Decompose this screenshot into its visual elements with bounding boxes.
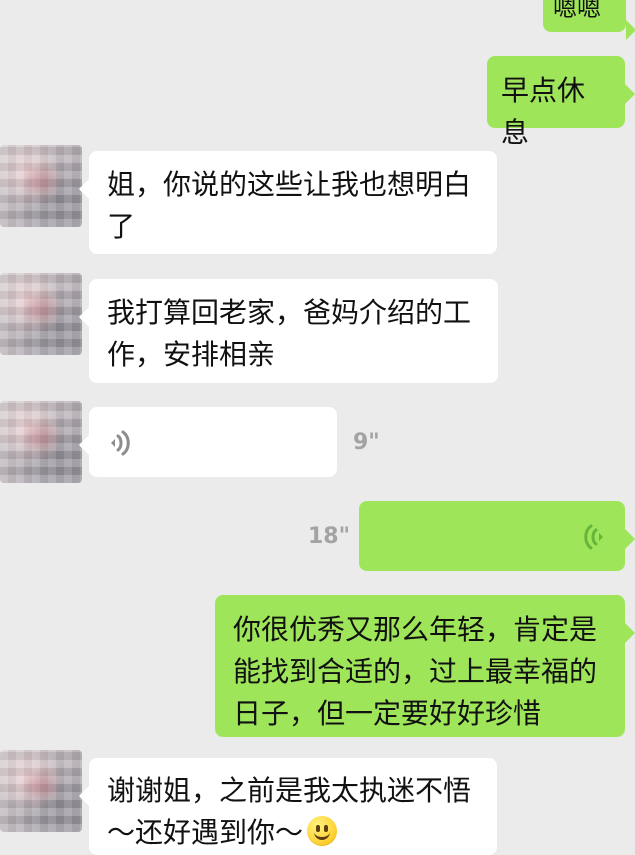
message-text: 我打算回老家，爸妈介绍的工 作，安排相亲 (107, 296, 472, 371)
voice-duration: 18" (308, 524, 351, 549)
voice-message-bubble[interactable] (359, 501, 635, 571)
avatar[interactable] (0, 145, 82, 227)
message-text: 你很优秀又那么年轻，肯定是 能找到合适的，过上最幸福的 日子，但一定要好好珍惜 (233, 613, 598, 730)
chat-history: 嗯嗯 早点休息 姐，你说的这些让我也想明白 了 我打算回老家，爸妈介绍的工 作，… (0, 0, 635, 855)
voice-wave-icon (579, 520, 607, 554)
avatar[interactable] (0, 750, 82, 832)
smile-emoji-icon (307, 816, 338, 846)
message-text: 谢谢姐，之前是我太执迷不悟 ～还好遇到你～ (107, 774, 472, 849)
avatar[interactable] (0, 273, 82, 355)
voice-duration: 9" (353, 430, 380, 455)
voice-wave-icon (107, 426, 135, 460)
message-bubble[interactable]: 谢谢姐，之前是我太执迷不悟 ～还好遇到你～ (79, 758, 497, 855)
voice-message-bubble[interactable] (79, 407, 337, 477)
message-bubble[interactable]: 嗯嗯 (543, 0, 635, 40)
message-bubble[interactable]: 早点休息 (487, 56, 635, 149)
message-bubble[interactable]: 姐，你说的这些让我也想明白 了 (79, 151, 497, 254)
message-text: 姐，你说的这些让我也想明白 了 (107, 168, 472, 243)
message-text: 早点休息 (501, 74, 586, 149)
message-bubble[interactable]: 你很优秀又那么年轻，肯定是 能找到合适的，过上最幸福的 日子，但一定要好好珍惜 (215, 595, 635, 737)
message-text: 嗯嗯 (553, 0, 601, 22)
message-bubble[interactable]: 我打算回老家，爸妈介绍的工 作，安排相亲 (79, 279, 498, 383)
avatar[interactable] (0, 401, 82, 483)
